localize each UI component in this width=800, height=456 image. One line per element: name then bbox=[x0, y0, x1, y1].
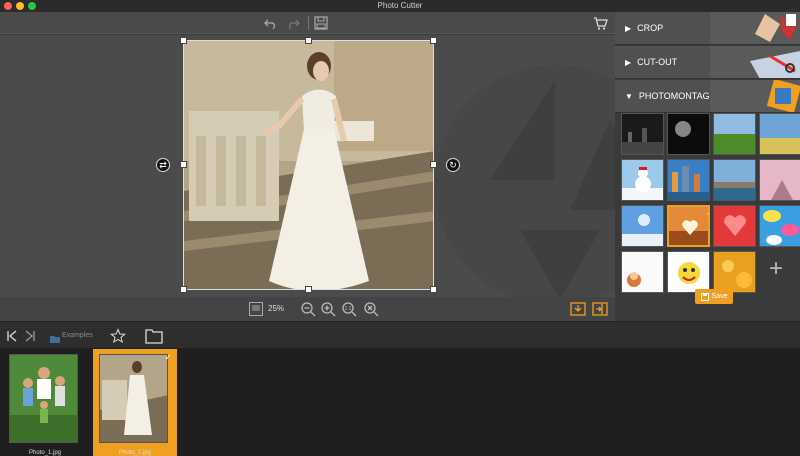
montage-art bbox=[710, 80, 800, 112]
svg-text:✓: ✓ bbox=[706, 210, 710, 217]
cart-button[interactable] bbox=[590, 14, 610, 32]
zoom-percentage: 25% bbox=[268, 304, 285, 313]
background-thumb[interactable] bbox=[667, 251, 710, 293]
tools-panel: ▶ CROP ▶ CUT-OUT ▼ PHOTOMONTAGE ✓ bbox=[615, 12, 800, 321]
bride-photo bbox=[184, 41, 433, 289]
background-thumb[interactable] bbox=[759, 159, 800, 201]
background-thumb[interactable] bbox=[621, 159, 664, 201]
rotate-icon: ↻ bbox=[449, 160, 457, 170]
browser-bar: Examples bbox=[0, 321, 800, 349]
background-thumb[interactable] bbox=[667, 159, 710, 201]
chevron-down-icon: ▼ bbox=[625, 91, 633, 101]
save-file-button[interactable] bbox=[312, 14, 330, 32]
first-item-icon[interactable] bbox=[6, 328, 18, 344]
redo-icon bbox=[289, 19, 300, 29]
fit-view-icon[interactable] bbox=[248, 301, 264, 317]
crop-handle[interactable] bbox=[180, 286, 187, 293]
rotate-button[interactable]: ↻ bbox=[446, 158, 460, 172]
open-folder-icon[interactable] bbox=[145, 328, 163, 344]
floppy-icon bbox=[700, 292, 709, 301]
toolbar bbox=[0, 12, 615, 34]
folder-icon bbox=[50, 336, 60, 343]
save-button-label: Save bbox=[711, 293, 728, 300]
crop-handle[interactable] bbox=[430, 161, 437, 168]
zoom-fit-icon[interactable] bbox=[363, 301, 379, 317]
svg-text:1:1: 1:1 bbox=[345, 306, 352, 312]
scissors-art bbox=[710, 46, 800, 78]
background-thumb[interactable] bbox=[621, 251, 664, 293]
file-filmstrip: Photo_1.jpg ✓ Photo_2.jpg bbox=[0, 349, 800, 456]
title-bar: Photo Cutter bbox=[0, 0, 800, 12]
zoom-bar: 25% 1:1 bbox=[0, 297, 615, 321]
window-title: Photo Cutter bbox=[377, 1, 423, 10]
selected-check-icon: ✓ bbox=[164, 352, 172, 362]
background-thumb[interactable] bbox=[713, 251, 756, 293]
plus-icon: + bbox=[769, 255, 784, 282]
chevron-right-icon: ▶ bbox=[625, 57, 632, 67]
background-thumb[interactable] bbox=[713, 205, 756, 247]
cart-icon bbox=[593, 17, 608, 30]
file-thumbnail bbox=[99, 354, 168, 443]
background-thumb[interactable] bbox=[713, 159, 756, 201]
file-thumbnail bbox=[9, 354, 78, 443]
zoom-in-icon[interactable] bbox=[320, 301, 336, 317]
crop-handle[interactable] bbox=[180, 37, 187, 44]
crop-handle[interactable] bbox=[305, 37, 312, 44]
section-photomontage[interactable]: ▼ PHOTOMONTAGE bbox=[615, 80, 800, 113]
section-cut-out[interactable]: ▶ CUT-OUT bbox=[615, 46, 800, 79]
file-name: Photo_1.jpg bbox=[28, 450, 62, 456]
save-button[interactable]: Save bbox=[695, 289, 733, 304]
section-crop[interactable]: ▶ CROP bbox=[615, 12, 800, 45]
background-thumb[interactable] bbox=[667, 113, 710, 155]
background-thumb[interactable] bbox=[621, 113, 664, 155]
flip-button[interactable]: ⇄ bbox=[156, 158, 170, 172]
undo-button[interactable] bbox=[262, 14, 280, 32]
background-thumb[interactable] bbox=[759, 113, 800, 155]
favorite-star-icon[interactable] bbox=[110, 328, 126, 344]
zoom-actual-size-icon[interactable]: 1:1 bbox=[341, 301, 357, 317]
editing-canvas[interactable]: ⇄ ↻ bbox=[0, 35, 615, 297]
redo-button[interactable] bbox=[284, 14, 302, 32]
undo-icon bbox=[264, 19, 275, 29]
flip-icon: ⇄ bbox=[159, 160, 167, 170]
section-label: CROP bbox=[637, 23, 664, 33]
section-label: CUT-OUT bbox=[637, 57, 678, 67]
floppy-icon bbox=[314, 16, 328, 30]
add-background-button[interactable]: + bbox=[769, 255, 783, 283]
background-thumb[interactable] bbox=[713, 113, 756, 155]
watermark-logo bbox=[435, 65, 615, 297]
toolbar-separator bbox=[308, 16, 309, 30]
crop-handle[interactable] bbox=[305, 286, 312, 293]
background-thumb[interactable] bbox=[621, 205, 664, 247]
last-item-icon[interactable] bbox=[24, 328, 36, 344]
crop-handle[interactable] bbox=[430, 286, 437, 293]
zoom-out-icon[interactable] bbox=[300, 301, 316, 317]
chevron-right-icon: ▶ bbox=[625, 23, 632, 33]
export-icon[interactable] bbox=[570, 301, 586, 317]
photo-preview[interactable] bbox=[183, 40, 434, 290]
background-thumb-selected[interactable]: ✓ bbox=[667, 205, 710, 247]
import-icon[interactable] bbox=[592, 301, 608, 317]
folder-label[interactable]: Examples bbox=[62, 332, 93, 339]
app-window: Photo Cutter ⇄ ↻ 25% 1:1 ▶ CROP ▶ CUT-OU… bbox=[0, 0, 800, 456]
section-label: PHOTOMONTAGE bbox=[638, 91, 716, 101]
crop-handle[interactable] bbox=[180, 161, 187, 168]
crop-hands-art bbox=[710, 12, 800, 44]
crop-handle[interactable] bbox=[430, 37, 437, 44]
background-thumb[interactable] bbox=[759, 205, 800, 247]
file-name: Photo_2.jpg bbox=[118, 450, 152, 456]
file-item[interactable]: Photo_1.jpg bbox=[3, 349, 87, 456]
file-item-selected[interactable]: ✓ Photo_2.jpg bbox=[93, 349, 177, 456]
